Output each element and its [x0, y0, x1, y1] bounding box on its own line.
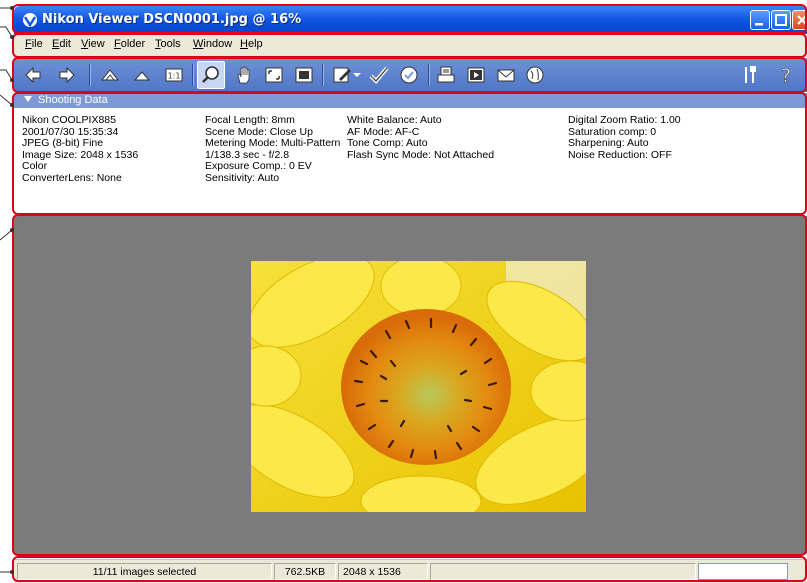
protect-icon[interactable] — [399, 65, 419, 85]
menu-bar: File Edit View Folder Tools Window Help — [14, 34, 807, 56]
actual-size-icon[interactable]: 1:1 — [164, 65, 184, 85]
status-bar: 11/11 images selected 762.5KB 2048 x 153… — [14, 559, 807, 583]
settings-icon[interactable] — [741, 65, 761, 85]
menu-view[interactable]: View — [81, 38, 105, 50]
title-bar: Nikon Viewer DSCN0001.jpg @ 16% — [14, 6, 807, 34]
svg-text:1:1: 1:1 — [168, 72, 181, 81]
digital-zoom-ratio: Digital Zoom Ratio: 1.00 — [568, 114, 681, 126]
hand-tool-icon[interactable] — [234, 65, 254, 85]
fit-window-icon[interactable] — [264, 65, 284, 85]
menu-help[interactable]: Help — [240, 38, 263, 50]
maximize-icon — [775, 14, 787, 26]
help-icon[interactable]: ? — [776, 65, 796, 85]
nikon-app-icon — [23, 13, 37, 28]
menu-window[interactable]: Window — [193, 38, 232, 50]
focal-length: Focal Length: 8mm — [205, 114, 295, 126]
menu-file[interactable]: File — [25, 38, 43, 50]
print-icon[interactable] — [436, 65, 456, 85]
status-empty-field — [430, 563, 696, 580]
status-image-dimensions: 2048 x 1536 — [338, 563, 428, 580]
email-icon[interactable] — [496, 65, 516, 85]
sunflower-photo — [251, 261, 586, 512]
collapse-triangle-icon[interactable] — [24, 96, 32, 102]
status-selection-count: 11/11 images selected — [17, 563, 272, 580]
rotate-left-icon[interactable] — [100, 65, 120, 85]
menu-edit[interactable]: Edit — [52, 38, 71, 50]
sensitivity: Sensitivity: Auto — [205, 171, 280, 184]
slideshow-icon[interactable] — [466, 65, 486, 85]
shooting-data-col-settings: White Balance: Auto AF Mode: AF-C Tone C… — [347, 114, 495, 161]
leader-lines — [0, 6, 14, 574]
menu-folder[interactable]: Folder — [114, 38, 145, 50]
checkmark-icon[interactable] — [369, 65, 389, 85]
chevron-down-icon[interactable] — [352, 65, 362, 85]
zoom-icon — [202, 66, 219, 83]
toolbar: 1:1 ? — [14, 58, 807, 92]
status-progress-field — [698, 563, 788, 580]
rotate-right-icon[interactable] — [132, 65, 152, 85]
shooting-data-col-camera: Nikon COOLPIX885 2001/07/30 15:35:34 JPE… — [22, 114, 138, 185]
close-button[interactable] — [792, 10, 807, 30]
shooting-data-title: Shooting Data — [38, 94, 108, 106]
noise-reduction: Noise Reduction: OFF — [568, 148, 672, 161]
shooting-data-header[interactable]: Shooting Data — [14, 93, 807, 108]
zoom-button[interactable] — [197, 61, 225, 89]
shooting-data-col-processing: Digital Zoom Ratio: 1.00 Saturation comp… — [568, 114, 681, 161]
camera-model: Nikon COOLPIX885 — [22, 114, 116, 126]
white-balance: White Balance: Auto — [347, 114, 442, 126]
flash-sync-mode: Flash Sync Mode: Not Attached — [347, 148, 495, 161]
status-file-size: 762.5KB — [274, 563, 336, 580]
web-icon[interactable] — [525, 65, 545, 85]
forward-arrow-icon[interactable] — [57, 65, 77, 85]
shooting-data-panel: Nikon COOLPIX885 2001/07/30 15:35:34 JPE… — [14, 108, 807, 214]
shooting-data-col-exposure: Focal Length: 8mm Scene Mode: Close Up M… — [205, 114, 340, 185]
close-icon — [797, 15, 807, 25]
edit-icon[interactable] — [332, 65, 352, 85]
maximize-button[interactable] — [771, 10, 791, 30]
menu-tools[interactable]: Tools — [155, 38, 181, 50]
image-viewer[interactable] — [14, 216, 807, 554]
minimize-icon — [755, 23, 763, 26]
window-title: Nikon Viewer DSCN0001.jpg @ 16% — [42, 12, 302, 27]
full-screen-icon[interactable] — [294, 65, 314, 85]
converter-lens: ConverterLens: None — [22, 171, 122, 184]
back-arrow-icon[interactable] — [23, 65, 43, 85]
svg-text:?: ? — [781, 65, 791, 85]
minimize-button[interactable] — [750, 10, 770, 30]
